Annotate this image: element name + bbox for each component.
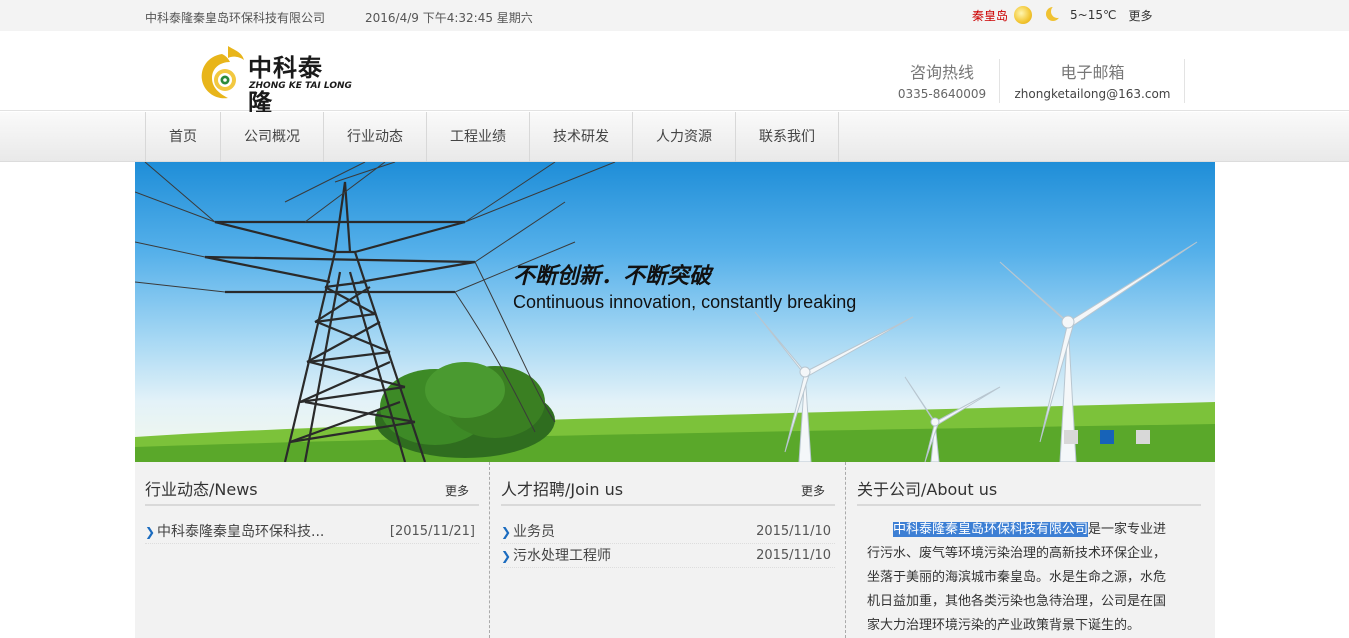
jobs-panel: 人才招聘/Join us 更多 ❯ 业务员 2015/11/10 ❯ 污水处理工… [491, 462, 846, 638]
jobs-header: 人才招聘/Join us 更多 [501, 476, 835, 506]
job-item-date: 2015/11/10 [756, 548, 831, 563]
nav-item-projects[interactable]: 工程业绩 [427, 112, 530, 162]
main-nav: 首页 公司概况 行业动态 工程业绩 技术研发 人力资源 联系我们 [0, 112, 1349, 162]
slider-dot-2[interactable] [1100, 430, 1114, 444]
chevron-right-icon: ❯ [501, 549, 512, 563]
logo-text-en: ZHONG KE TAI LONG [249, 81, 352, 91]
about-title: 关于公司/About us [857, 480, 998, 499]
list-item[interactable]: ❯ 中科泰隆秦皇岛环保科技... [2015/11/21] [145, 520, 479, 544]
hotline-number: 0335-8640009 [897, 87, 987, 101]
top-bar: 中科泰隆秦皇岛环保科技有限公司 2016/4/9 下午4:32:45 星期六 秦… [0, 0, 1349, 31]
news-more-link[interactable]: 更多 [445, 482, 469, 499]
news-header: 行业动态/News 更多 [145, 476, 479, 506]
email-address[interactable]: zhongketailong@163.com [1001, 87, 1184, 101]
about-panel: 关于公司/About us 中科泰隆秦皇岛环保科技有限公司是一家专业进行污水、废… [847, 462, 1215, 638]
news-list: ❯ 中科泰隆秦皇岛环保科技... [2015/11/21] [145, 520, 479, 544]
email-block: 电子邮箱 zhongketailong@163.com [1001, 59, 1185, 103]
tree-illustration [375, 362, 555, 458]
jobs-title: 人才招聘/Join us [501, 480, 624, 499]
moon-icon [1046, 5, 1065, 23]
slider-dot-1[interactable] [1064, 430, 1078, 444]
jobs-more-link[interactable]: 更多 [801, 482, 825, 499]
slider-dots [1064, 430, 1172, 444]
weather-temperature: 5~15℃ [1070, 8, 1117, 22]
content-section: 行业动态/News 更多 ❯ 中科泰隆秦皇岛环保科技... [2015/11/2… [135, 462, 1215, 638]
slogan-cn: 不断创新．不断突破 [513, 264, 712, 289]
company-logo[interactable]: 中科泰隆 ZHONG KE TAI LONG [196, 40, 352, 117]
nav-item-home[interactable]: 首页 [146, 112, 221, 162]
banner-slogan: 不断创新．不断突破 Continuous innovation, constan… [513, 258, 856, 313]
datetime-display: 2016/4/9 下午4:32:45 星期六 [365, 11, 533, 25]
slider-dot-3[interactable] [1136, 430, 1150, 444]
about-body: 是一家专业进行污水、废气等环境污染治理的高新技术环保企业，坐落于美丽的海滨城市秦… [867, 522, 1167, 633]
hotline-block: 咨询热线 0335-8640009 [885, 59, 1000, 103]
hero-banner[interactable]: 不断创新．不断突破 Continuous innovation, constan… [135, 162, 1215, 462]
sun-icon [1014, 6, 1033, 24]
company-name: 中科泰隆秦皇岛环保科技有限公司 [145, 11, 326, 25]
list-item[interactable]: ❯ 业务员 2015/11/10 [501, 520, 835, 544]
news-panel: 行业动态/News 更多 ❯ 中科泰隆秦皇岛环保科技... [2015/11/2… [135, 462, 490, 638]
nav-item-hr[interactable]: 人力资源 [633, 112, 736, 162]
news-title: 行业动态/News [145, 480, 258, 499]
list-item[interactable]: ❯ 污水处理工程师 2015/11/10 [501, 544, 835, 568]
job-item-title[interactable]: 污水处理工程师 [513, 548, 611, 564]
about-header: 关于公司/About us [857, 476, 1201, 506]
news-item-date: [2015/11/21] [389, 524, 475, 539]
chevron-right-icon: ❯ [501, 525, 512, 539]
job-item-date: 2015/11/10 [756, 524, 831, 539]
news-item-title[interactable]: 中科泰隆秦皇岛环保科技... [157, 524, 324, 540]
about-text: 中科泰隆秦皇岛环保科技有限公司是一家专业进行污水、废气等环境污染治理的高新技术环… [867, 518, 1177, 638]
weather-more-link[interactable]: 更多 [1128, 7, 1152, 24]
about-highlight: 中科泰隆秦皇岛环保科技有限公司 [893, 522, 1089, 537]
nav-item-company-overview[interactable]: 公司概况 [221, 112, 324, 162]
job-item-title[interactable]: 业务员 [513, 524, 555, 540]
nav-item-contact[interactable]: 联系我们 [736, 112, 839, 162]
nav-item-industry-news[interactable]: 行业动态 [324, 112, 427, 162]
nav-item-rnd[interactable]: 技术研发 [530, 112, 633, 162]
logo-mark-icon [201, 46, 244, 99]
weather-city[interactable]: 秦皇岛 [972, 7, 1008, 24]
site-header: 中科泰隆 ZHONG KE TAI LONG 咨询热线 0335-8640009… [0, 31, 1349, 117]
slogan-en: Continuous innovation, constantly breaki… [513, 292, 857, 312]
hotline-label: 咨询热线 [909, 63, 974, 82]
email-label: 电子邮箱 [1060, 63, 1125, 82]
weather-widget: 秦皇岛 5~15℃ 更多 [972, 3, 1152, 27]
chevron-right-icon: ❯ [145, 525, 156, 539]
jobs-list: ❯ 业务员 2015/11/10 ❯ 污水处理工程师 2015/11/10 [501, 520, 835, 568]
